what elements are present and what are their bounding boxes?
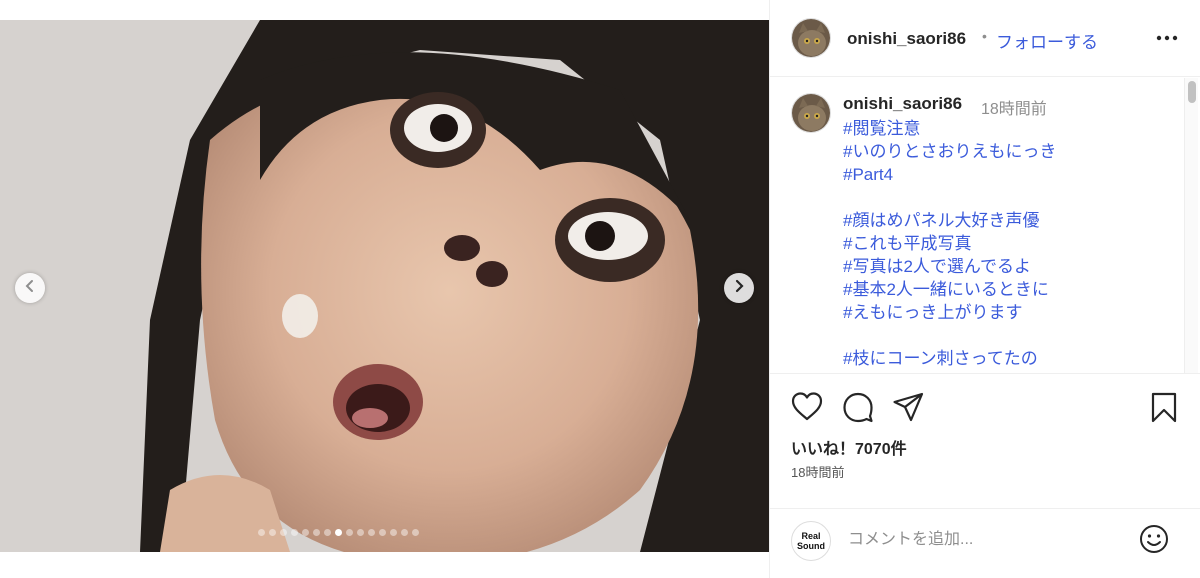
avatar[interactable] [791,18,831,58]
carousel-dot-active [335,529,342,536]
hashtag-link[interactable]: #閲覧注意 [843,117,1173,140]
carousel-dot [302,529,309,536]
save-button[interactable] [1147,390,1181,424]
carousel-dot [401,529,408,536]
carousel-indicator [258,529,419,536]
chevron-left-icon [23,279,37,298]
hashtag-link[interactable]: #顔はめパネル大好き声優 [843,209,1173,232]
hashtag-link[interactable]: #写真は2人で選んでるよ [843,255,1173,278]
carousel-dot [313,529,320,536]
comment-bar: Real Sound [770,508,1200,578]
hashtag-link[interactable]: #Part4 [843,163,1173,186]
comment-button[interactable] [841,390,875,424]
caption-avatar[interactable] [791,93,831,133]
username[interactable]: onishi_saori86 [847,29,966,49]
carousel-dot [269,529,276,536]
logo-text-line1: Real [801,531,821,541]
carousel-dot [280,529,287,536]
caption-section: onishi_saori86 18時間前 #閲覧注意 #いのりとさおりえもにっき… [770,78,1200,374]
likes-count[interactable]: いいね！7070件 [791,435,907,459]
next-slide-button[interactable] [724,273,754,303]
separator-dot: • [982,28,987,44]
previous-slide-button[interactable] [15,273,45,303]
carousel-dot [258,529,265,536]
hashtag-link[interactable]: #いのりとさおりえもにっき [843,140,1173,163]
carousel-dot [346,529,353,536]
post-sidebar: onishi_saori86 • フォローする onishi_saori86 1… [769,0,1200,578]
carousel-dot [368,529,375,536]
hashtag-link[interactable]: #えもにっき上がります [843,301,1173,324]
carousel-dot [412,529,419,536]
follow-button[interactable]: フォローする [996,28,1098,53]
chevron-right-icon [732,279,746,298]
post-photo [0,20,769,552]
hashtag-link[interactable]: #枝にコーン刺さってたの [843,347,1173,370]
send-icon [891,392,925,428]
carousel-dot [324,529,331,536]
post-timestamp[interactable]: 18時間前 [791,462,844,481]
caption-timestamp: 18時間前 [981,101,1047,118]
post-header: onishi_saori86 • フォローする [770,0,1200,77]
more-horizontal-icon [1152,35,1182,54]
like-button[interactable] [790,390,824,424]
caption-hashtags: #閲覧注意 #いのりとさおりえもにっき #Part4 #顔はめパネル大好き声優 … [843,117,1173,370]
carousel-dot [390,529,397,536]
logo-text-line2: Sound [797,541,825,551]
comment-input[interactable] [848,527,1128,553]
hashtag-link[interactable]: #基本2人一緒にいるときに [843,278,1173,301]
more-options-button[interactable] [1152,26,1182,50]
carousel-dot [357,529,364,536]
heart-icon [790,392,824,428]
carousel-dot [379,529,386,536]
bookmark-icon [1147,392,1181,428]
caption-username[interactable]: onishi_saori86 [843,94,962,114]
carousel-dot [291,529,298,536]
smiley-icon [1138,525,1170,559]
scrollbar-thumb[interactable] [1188,81,1196,103]
post-media [0,0,769,578]
photo-illustration [0,20,769,552]
comment-bubble-icon [841,392,875,428]
emoji-button[interactable] [1138,523,1170,555]
hashtag-link[interactable]: #これも平成写真 [843,232,1173,255]
caption-scrollbar[interactable] [1184,78,1198,373]
post-actions [770,390,1200,430]
avatar: Real Sound [791,521,831,561]
share-button[interactable] [891,390,925,424]
